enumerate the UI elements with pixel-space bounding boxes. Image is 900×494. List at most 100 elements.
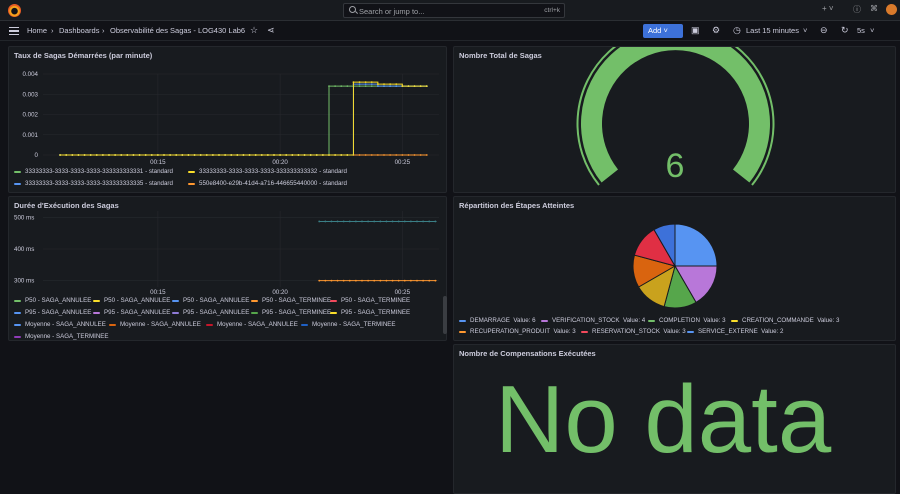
series-point	[77, 154, 80, 156]
series-point	[419, 154, 422, 156]
series-point	[413, 85, 416, 88]
legend-item[interactable]: P50 - SAGA_ANNULEE	[93, 297, 170, 304]
series-line	[60, 83, 427, 156]
save-icon[interactable]: ▣	[691, 25, 700, 36]
series-point	[370, 85, 373, 88]
dashboard-nav-bar: Home › Dashboards › Observabilité des Sa…	[0, 21, 900, 41]
new-menu-button[interactable]: + ˅	[822, 4, 834, 13]
legend-item[interactable]: CREATION_COMMANDE Value: 3	[731, 317, 839, 324]
legend-item[interactable]: 33333333-3333-3333-3333-333333333331 - s…	[14, 168, 173, 175]
series-point	[254, 154, 257, 156]
news-icon[interactable]: ⌘	[870, 4, 878, 13]
breadcrumb-dashboards[interactable]: Dashboards	[59, 26, 99, 35]
series-point	[391, 279, 394, 282]
series-point	[138, 154, 141, 156]
series-point	[352, 81, 355, 83]
series-point	[425, 85, 428, 88]
series-point	[364, 83, 367, 86]
series-point	[324, 279, 327, 282]
clock-icon: ◷	[733, 25, 741, 35]
breadcrumb-separator-icon: ›	[102, 26, 105, 35]
series-point	[364, 81, 367, 83]
time-range-picker[interactable]: Last 15 minutes	[746, 26, 799, 35]
series-point	[144, 154, 147, 156]
series-point	[193, 154, 196, 156]
zoom-out-icon[interactable]: ⊖	[820, 25, 828, 36]
legend-item[interactable]: Moyenne - SAGA_ANNULEE	[109, 321, 201, 328]
series-point	[403, 279, 406, 282]
search-input[interactable]: Search or jump to... ctrl+k	[343, 3, 565, 18]
series-point	[401, 85, 404, 88]
legend-item[interactable]: P50 - SAGA_TERMINEE	[251, 297, 331, 304]
add-button[interactable]: Add ˅	[643, 24, 683, 38]
panel-title[interactable]: Nombre de Compensations Exécutées	[459, 349, 596, 358]
legend-item[interactable]: P50 - SAGA_TERMINEE	[330, 297, 410, 304]
series-point	[266, 154, 269, 156]
series-point	[211, 154, 214, 156]
series-point	[224, 154, 227, 156]
series-point	[379, 279, 382, 282]
series-point	[370, 154, 373, 156]
legend-item[interactable]: Moyenne - SAGA_ANNULEE	[206, 321, 298, 328]
settings-icon[interactable]: ⚙	[712, 25, 720, 36]
legend-item[interactable]: 33333333-3333-3333-3333-333333333332 - s…	[188, 168, 347, 175]
series-point	[416, 279, 418, 282]
y-tick-label: 400 ms	[14, 246, 34, 253]
legend-item[interactable]: Moyenne - SAGA_TERMINEE	[14, 333, 109, 340]
refresh-chevron-icon[interactable]: ˅	[870, 26, 874, 35]
legend-item[interactable]: RESERVATION_STOCK Value: 3	[581, 328, 686, 335]
series-point	[65, 154, 68, 156]
legend-item[interactable]: P95 - SAGA_ANNULEE	[14, 309, 91, 316]
series-point	[230, 154, 233, 156]
series-point	[376, 83, 379, 86]
breadcrumb-home[interactable]: Home	[27, 26, 47, 35]
series-point	[187, 154, 190, 156]
y-tick-label: 0.001	[23, 132, 39, 139]
legend-scrollbar[interactable]	[443, 296, 447, 334]
share-icon[interactable]: ⋖	[267, 25, 275, 36]
series-point	[342, 220, 345, 223]
legend-item[interactable]: P50 - SAGA_ANNULEE	[14, 297, 91, 304]
search-icon	[349, 6, 356, 13]
star-icon[interactable]: ☆	[250, 25, 258, 36]
legend-item[interactable]: COMPLETION Value: 3	[648, 317, 726, 324]
user-avatar[interactable]	[886, 4, 897, 15]
legend-item[interactable]: 33333333-3333-3333-3333-333333333335 - s…	[14, 180, 173, 187]
time-range-chevron-icon[interactable]: ˅	[803, 26, 807, 35]
help-icon[interactable]: ⓘ	[853, 4, 861, 15]
legend-item[interactable]: Moyenne - SAGA_ANNULEE	[14, 321, 106, 328]
series-line	[60, 85, 427, 156]
series-point	[419, 85, 422, 88]
legend-item[interactable]: 550e8400-e29b-41d4-a716-446655440000 - s…	[188, 180, 347, 187]
legend-item[interactable]: RECUPERATION_PRODUIT Value: 3	[459, 328, 576, 335]
menu-icon[interactable]	[9, 27, 19, 35]
series-point	[376, 85, 379, 88]
legend-item[interactable]: P95 - SAGA_ANNULEE	[93, 309, 170, 316]
series-point	[422, 279, 425, 282]
series-point	[358, 154, 361, 156]
legend-item[interactable]: Moyenne - SAGA_TERMINEE	[301, 321, 396, 328]
series-point	[407, 85, 410, 88]
legend-item[interactable]: VERIFICATION_STOCK Value: 4	[541, 317, 645, 324]
pie-slice[interactable]	[674, 223, 718, 267]
series-point	[407, 154, 410, 156]
series-point	[389, 83, 392, 86]
legend-item[interactable]: P95 - SAGA_TERMINEE	[330, 309, 410, 316]
legend-item[interactable]: P95 - SAGA_TERMINEE	[251, 309, 331, 316]
add-button-label: Add	[648, 26, 662, 35]
legend-item[interactable]: SERVICE_EXTERNE Value: 2	[687, 328, 783, 335]
legend-item[interactable]: DEMARRAGE Value: 6	[459, 317, 536, 324]
series-point	[328, 85, 330, 88]
series-point	[330, 279, 333, 282]
series-point	[385, 279, 388, 282]
series-point	[291, 154, 294, 156]
panel-total-sagas: Nombre Total de Sagas 6	[453, 46, 896, 193]
legend-item[interactable]: P50 - SAGA_ANNULEE	[172, 297, 249, 304]
y-tick-label: 0	[35, 152, 39, 159]
refresh-interval[interactable]: 5s	[857, 26, 865, 35]
series-point	[403, 220, 406, 223]
y-tick-label: 0.004	[23, 71, 39, 78]
legend-item[interactable]: P95 - SAGA_ANNULEE	[172, 309, 249, 316]
refresh-icon[interactable]: ↻	[841, 25, 849, 36]
grafana-logo-icon[interactable]	[8, 4, 21, 17]
